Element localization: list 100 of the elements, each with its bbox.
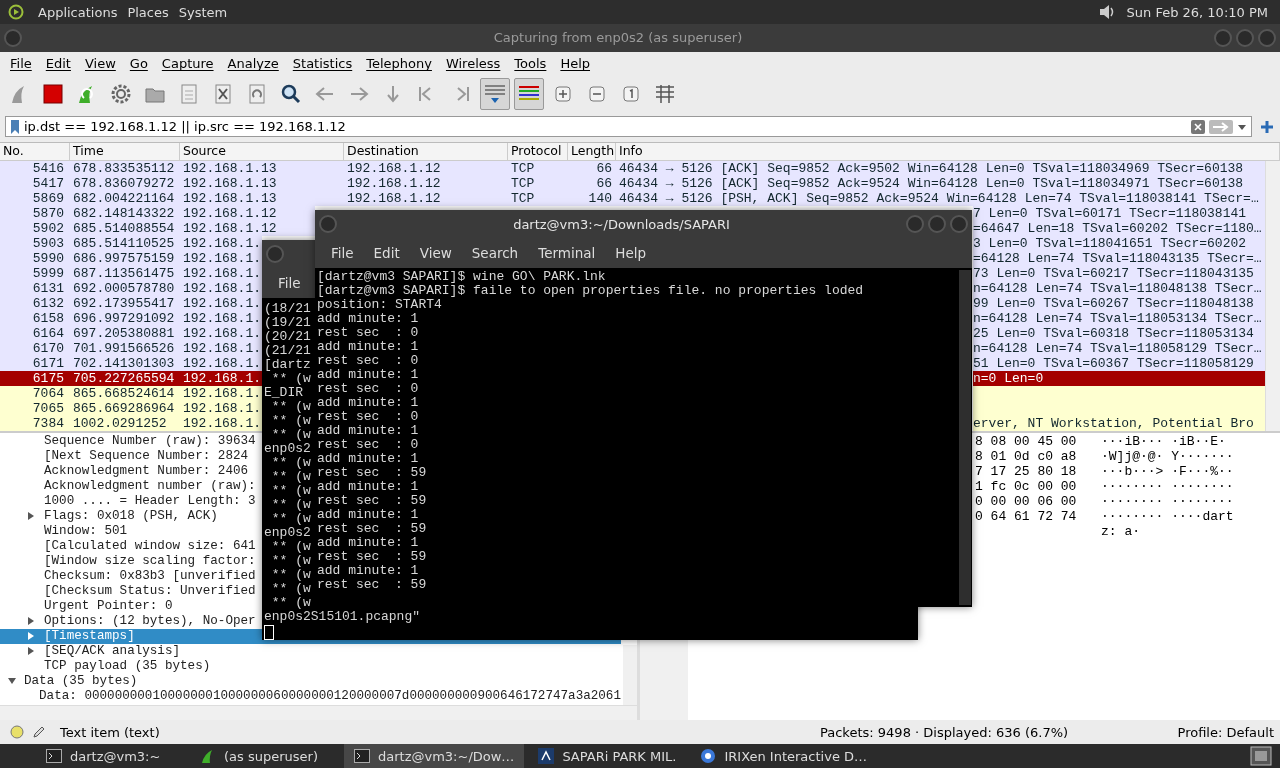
column-header[interactable]: No. — [0, 142, 70, 160]
maximize-button[interactable] — [928, 215, 946, 233]
panel-menu[interactable]: Places — [127, 4, 169, 20]
taskbar-item[interactable]: dartz@vm3:~/Dow… — [344, 744, 525, 768]
maximize-button[interactable] — [1236, 28, 1254, 47]
field-text[interactable]: [Checksum Status: Unverified — [44, 584, 256, 599]
terminal-line: ** (w — [270, 414, 311, 428]
scrollbar[interactable] — [959, 270, 971, 605]
column-header[interactable]: Protocol — [508, 142, 568, 160]
terminal-line: rest sec : 59 — [317, 550, 427, 564]
menu-item[interactable]: Capture — [154, 56, 221, 72]
scrollbar[interactable] — [623, 644, 637, 707]
window-menu-button[interactable] — [319, 215, 337, 233]
close-button[interactable] — [1258, 28, 1276, 47]
status-circle-icon[interactable] — [10, 725, 24, 740]
logo-icon[interactable] — [8, 4, 24, 20]
field-text[interactable]: Urgent Pointer: 0 — [44, 599, 173, 614]
window-menu-button[interactable] — [4, 28, 22, 47]
panel-menu[interactable]: System — [178, 4, 228, 20]
taskbar-item[interactable]: SAPARi PARK MIL. — [528, 744, 687, 768]
taskbar-item[interactable]: (as superuser) — [190, 744, 340, 768]
column-header[interactable]: Length — [568, 142, 616, 160]
column-header[interactable]: Source — [180, 142, 344, 160]
terminal-line: rest sec : 0 — [317, 354, 419, 368]
menu-item[interactable]: Help — [553, 56, 597, 72]
scrollbar[interactable] — [0, 705, 637, 721]
display-filter-field[interactable]: ip.dst == 192.168.1.12 || ip.src == 192.168.1.12 — [5, 116, 1252, 138]
profile-label[interactable]: Profile: Default — [1177, 724, 1274, 740]
taskbar-item[interactable]: dartz@vm3:~ — [36, 744, 186, 768]
menu-item[interactable]: Analyze — [220, 56, 286, 72]
menu-item[interactable]: Terminal — [528, 245, 606, 261]
cursor — [264, 625, 274, 640]
menu-item[interactable]: File — [321, 245, 364, 261]
field-text[interactable]: Sequence Number (raw): 39634 — [44, 434, 256, 449]
menu-item[interactable]: Wireless — [438, 56, 508, 72]
field-text[interactable]: [Timestamps] — [44, 629, 135, 644]
stop-icon — [43, 83, 63, 104]
menu-item[interactable]: View — [77, 56, 123, 72]
menu-item[interactable]: File — [3, 56, 39, 72]
field-text[interactable]: 1000 .... = Header Length: 3 — [44, 494, 256, 509]
field-text[interactable]: Window: 501 — [44, 524, 128, 539]
field-text[interactable]: [SEQ/ACK analysis] — [44, 644, 181, 659]
terminal-line: add minute: 1 — [317, 480, 419, 494]
menu-item[interactable]: Search — [461, 245, 529, 261]
menu-item[interactable]: Help — [605, 245, 657, 261]
scrollbar[interactable] — [1265, 160, 1280, 431]
column-header[interactable]: Destination — [344, 142, 508, 160]
field-text[interactable]: Checksum: 0x83b3 [unverified — [44, 569, 256, 584]
terminal-line: ** (w — [270, 400, 311, 414]
expand-arrow-icon[interactable] — [28, 632, 34, 641]
terminal-line: add minute: 1 — [317, 396, 419, 410]
hex-bytes: 7 17 25 80 18 — [975, 463, 1078, 479]
field-text[interactable]: Acknowledgment Number: 2406 — [44, 464, 249, 479]
ascii-bytes: ···iB··· ·iB··E· — [1101, 433, 1227, 449]
show-desktop-icon[interactable] — [1250, 746, 1272, 766]
bookmark-icon[interactable] — [10, 118, 20, 135]
terminal-line: add minute: 1 — [317, 340, 419, 354]
clear-icon[interactable] — [1191, 119, 1205, 134]
clock[interactable]: Sun Feb 26, 10:10 PM — [1126, 4, 1268, 20]
field-text[interactable]: Data (35 bytes) — [24, 674, 138, 689]
terminal-line: ** (w — [270, 554, 311, 568]
window-title: Capturing from enp0s2 (as superuser) — [492, 30, 744, 46]
menu-item[interactable]: Telephony — [359, 56, 439, 72]
dropdown-caret-icon[interactable] — [1237, 122, 1247, 131]
menu-item[interactable]: Tools — [507, 56, 554, 72]
field-text[interactable]: [Window size scaling factor: — [44, 554, 256, 569]
window-menu-button[interactable] — [266, 245, 284, 263]
menu-item[interactable]: Statistics — [285, 56, 360, 72]
field-text[interactable]: Flags: 0x018 (PSH, ACK) — [44, 509, 218, 524]
field-text[interactable]: [Calculated window size: 641 — [44, 539, 256, 554]
add-filter-icon[interactable] — [1260, 119, 1274, 134]
menu-item[interactable]: Edit — [363, 245, 410, 261]
terminal-line: add minute: 1 — [317, 536, 419, 550]
terminal-line: rest sec : 0 — [317, 382, 419, 396]
filter-text-input[interactable]: ip.dst == 192.168.1.12 || ip.src == 192.168.1.12 — [24, 119, 1187, 135]
menu-item[interactable]: Go — [122, 56, 155, 72]
minimize-button[interactable] — [1214, 28, 1232, 47]
expand-arrow-icon[interactable] — [28, 647, 34, 656]
field-text[interactable]: Options: (12 bytes), No-Oper — [44, 614, 256, 629]
toolbar-button[interactable] — [514, 77, 544, 110]
menu-item[interactable]: View — [409, 245, 462, 261]
terminal-line: (18/21 — [264, 302, 311, 316]
edit-icon[interactable] — [32, 725, 46, 740]
hex-bytes: 1 fc 0c 00 00 — [975, 478, 1078, 494]
collapse-arrow-icon[interactable] — [8, 678, 16, 685]
expand-arrow-icon[interactable] — [28, 512, 34, 521]
field-text[interactable]: TCP payload (35 bytes) — [44, 659, 211, 674]
minimize-button[interactable] — [906, 215, 924, 233]
field-text[interactable]: [Next Sequence Number: 2824 — [44, 449, 249, 464]
column-header[interactable]: Info — [616, 142, 1280, 160]
field-text[interactable]: Data: 000000000100000001000000060000000120000007d000000000900646172747a3a2061 — [39, 689, 621, 704]
menu-item[interactable]: File — [268, 275, 311, 291]
close-button[interactable] — [950, 215, 968, 233]
field-text[interactable]: Acknowledgment number (raw): — [44, 479, 256, 494]
panel-menu[interactable]: Applications — [38, 4, 118, 20]
taskbar-item[interactable]: IRIXen Interactive D… — [690, 744, 878, 768]
column-header[interactable]: Time — [70, 142, 180, 160]
expand-arrow-icon[interactable] — [28, 617, 34, 626]
menu-item[interactable]: Edit — [38, 56, 78, 72]
gear-icon — [110, 82, 132, 105]
